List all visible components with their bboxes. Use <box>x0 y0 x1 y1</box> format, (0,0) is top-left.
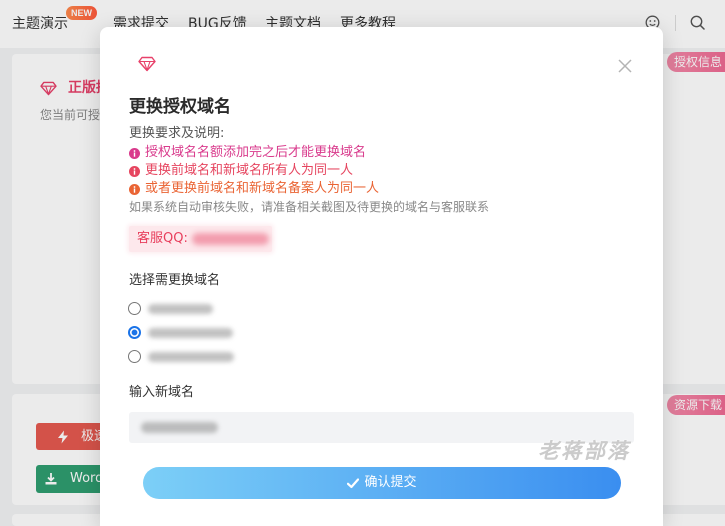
requirements-heading: 更换要求及说明: <box>129 126 225 141</box>
modal-title: 更换授权域名 <box>129 97 231 117</box>
watermark: 老蒋部落 <box>538 439 630 463</box>
diamond-icon <box>138 56 156 72</box>
support-qq-box: 客服QQ: <box>129 226 272 252</box>
requirement-item: 或者更换前域名和新域名备案人为同一人 <box>129 180 379 198</box>
redacted-domain <box>148 328 233 338</box>
close-icon[interactable] <box>618 58 632 73</box>
select-domain-label: 选择需更换域名 <box>129 273 221 288</box>
requirement-item: 授权域名名额添加完之后才能更换域名 <box>129 144 366 162</box>
info-icon <box>129 183 140 195</box>
redacted-domain <box>148 352 234 362</box>
info-icon <box>129 165 140 177</box>
check-icon <box>347 477 360 488</box>
domain-radio[interactable] <box>128 326 141 339</box>
domain-radio[interactable] <box>128 302 141 315</box>
domain-option[interactable] <box>128 326 368 340</box>
requirement-text: 授权域名名额添加完之后才能更换域名 <box>145 145 367 160</box>
submit-button[interactable]: 确认提交 <box>143 467 621 499</box>
requirement-text: 或者更换前域名和新域名备案人为同一人 <box>145 181 380 196</box>
domain-option[interactable] <box>128 302 368 316</box>
requirement-item: 更换前域名和新域名所有人为同一人 <box>129 162 353 180</box>
domain-option[interactable] <box>128 350 368 364</box>
redacted-domain <box>148 304 213 314</box>
support-qq-label: 客服QQ: <box>137 231 188 246</box>
info-icon <box>129 147 140 159</box>
manual-review-note: 如果系统自动审核失败，请准备相关截图及待更换的域名与客服联系 <box>129 200 490 214</box>
redacted-qq-number <box>192 233 269 245</box>
requirement-text: 更换前域名和新域名所有人为同一人 <box>145 163 354 178</box>
domain-radio[interactable] <box>128 350 141 363</box>
submit-label: 确认提交 <box>364 475 417 490</box>
new-domain-label: 输入新域名 <box>129 385 195 400</box>
